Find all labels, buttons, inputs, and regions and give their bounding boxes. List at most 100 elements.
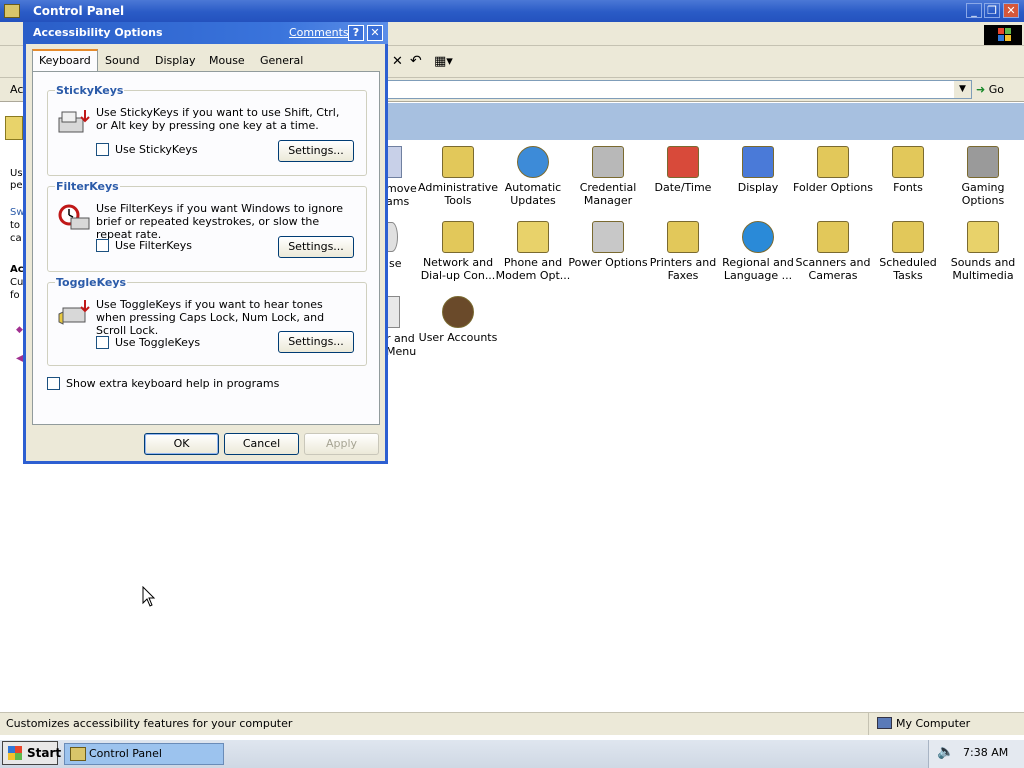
tasks-folder-icon	[892, 221, 924, 253]
use-togglekeys-checkbox[interactable]	[96, 336, 109, 349]
partial-icon[interactable]	[386, 296, 400, 328]
scanner-folder-icon	[817, 221, 849, 253]
use-stickykeys-checkbox[interactable]	[96, 143, 109, 156]
control-panel-item[interactable]: Power Options	[568, 221, 648, 269]
control-panel-item-label: Display	[737, 181, 779, 194]
views-icon[interactable]: ▦▾	[434, 54, 453, 69]
power-plug-icon	[592, 221, 624, 253]
control-panel-item[interactable]: Fonts	[868, 146, 948, 194]
togglekeys-settings-button[interactable]: Settings...	[278, 331, 354, 353]
control-panel-icon	[70, 747, 86, 761]
taskbar-item-control-panel[interactable]: Control Panel	[64, 743, 224, 765]
monitor-icon	[742, 146, 774, 178]
status-text: Customizes accessibility features for yo…	[6, 717, 293, 730]
partial-icon-label: se	[389, 257, 402, 270]
task-text: Us	[10, 168, 23, 179]
tab-display[interactable]: Display	[149, 52, 202, 71]
globe-icon	[742, 221, 774, 253]
comments-link[interactable]: Comments?	[289, 26, 354, 39]
help-button[interactable]: ?	[348, 25, 364, 41]
stickykeys-group	[47, 90, 367, 176]
tab-mouse[interactable]: Mouse	[203, 52, 251, 71]
stickykeys-description: Use StickyKeys if you want to use Shift,…	[96, 106, 340, 132]
control-panel-item[interactable]: Folder Options	[793, 146, 873, 194]
control-panel-item[interactable]: Date/Time	[643, 146, 723, 194]
control-panel-item[interactable]: Phone and Modem Opt...	[493, 221, 573, 282]
windows-logo-icon	[984, 25, 1022, 45]
use-togglekeys-label[interactable]: Use ToggleKeys	[115, 336, 200, 349]
control-panel-item[interactable]: Scheduled Tasks	[868, 221, 948, 282]
tab-sound[interactable]: Sound	[99, 52, 146, 71]
task-text: Cu	[10, 277, 24, 288]
close-button[interactable]: ✕	[1003, 3, 1019, 18]
extra-keyboard-help-label[interactable]: Show extra keyboard help in programs	[66, 377, 279, 390]
tab-general[interactable]: General	[254, 52, 309, 71]
use-stickykeys-label[interactable]: Use StickyKeys	[115, 143, 198, 156]
header-band	[386, 103, 1024, 140]
togglekeys-label: ToggleKeys	[55, 276, 128, 289]
apply-button[interactable]: Apply	[304, 433, 379, 455]
control-panel-item-label: Date/Time	[654, 181, 712, 194]
control-panel-item[interactable]: Network and Dial-up Con...	[418, 221, 498, 282]
fonts-folder-icon	[892, 146, 924, 178]
minimize-button[interactable]: _	[966, 3, 982, 18]
task-heading: Ac	[10, 264, 24, 275]
partial-icon-label: r and	[386, 332, 415, 345]
dialog-title-bar[interactable]: Accessibility Options Comments? ? ✕	[23, 22, 388, 44]
control-panel-item[interactable]: Regional and Language ...	[718, 221, 798, 282]
clock[interactable]: 7:38 AM	[963, 746, 1008, 759]
restore-button[interactable]: ❐	[984, 3, 1000, 18]
go-button[interactable]: ➜ Go	[976, 80, 1022, 99]
control-panel-item-label: Automatic Updates	[504, 181, 562, 207]
filterkeys-label: FilterKeys	[55, 180, 120, 193]
go-label: Go	[988, 83, 1004, 96]
filterkeys-icon	[58, 204, 90, 230]
control-panel-item[interactable]: Automatic Updates	[493, 146, 573, 207]
control-panel-item[interactable]: Printers and Faxes	[643, 221, 723, 282]
control-panel-item-label: Phone and Modem Opt...	[495, 256, 571, 282]
control-panel-item[interactable]: Sounds and Multimedia	[943, 221, 1023, 282]
partial-icon[interactable]	[386, 146, 402, 178]
address-input[interactable]	[386, 80, 972, 99]
stickykeys-settings-button[interactable]: Settings...	[278, 140, 354, 162]
user-icon	[442, 296, 474, 328]
control-panel-item-label: Printers and Faxes	[649, 256, 717, 282]
keys-icon	[592, 146, 624, 178]
go-arrow-icon: ➜	[976, 83, 986, 96]
network-icon	[442, 221, 474, 253]
filterkeys-settings-button[interactable]: Settings...	[278, 236, 354, 258]
control-panel-item[interactable]: Gaming Options	[943, 146, 1023, 207]
taskbar-item-label: Control Panel	[89, 747, 162, 760]
start-label: Start	[27, 746, 62, 760]
calendar-clock-icon	[667, 146, 699, 178]
ok-button[interactable]: OK	[144, 433, 219, 455]
main-title-bar[interactable]: Control Panel _ ❐ ✕	[0, 0, 1024, 22]
link-icon[interactable]: ◆	[16, 325, 23, 335]
use-filterkeys-label[interactable]: Use FilterKeys	[115, 239, 192, 252]
extra-keyboard-help-checkbox[interactable]	[47, 377, 60, 390]
control-panel-item[interactable]: Credential Manager	[568, 146, 648, 207]
folder-options-icon	[817, 146, 849, 178]
control-panel-item[interactable]: Scanners and Cameras	[793, 221, 873, 282]
dialog-close-button[interactable]: ✕	[367, 25, 383, 41]
cancel-button[interactable]: Cancel	[224, 433, 299, 455]
computer-icon	[877, 717, 892, 729]
control-panel-icon	[4, 4, 20, 18]
start-button[interactable]: Start	[2, 741, 62, 765]
control-panel-item[interactable]: Administrative Tools	[418, 146, 498, 207]
partial-icon-label: Menu	[386, 345, 417, 358]
control-panel-item-label: Gaming Options	[961, 181, 1005, 207]
address-dropdown-button[interactable]: ▼	[954, 81, 971, 98]
delete-icon[interactable]: ✕	[392, 54, 403, 69]
control-panel-item-label: Administrative Tools	[418, 181, 499, 207]
tab-keyboard[interactable]: Keyboard	[32, 49, 98, 72]
zone-text: My Computer	[896, 717, 971, 730]
control-panel-item-label: Folder Options	[793, 181, 873, 194]
control-panel-item[interactable]: User Accounts	[418, 296, 498, 344]
control-panel-item-label: Network and Dial-up Con...	[420, 256, 496, 282]
undo-icon[interactable]: ↶	[410, 53, 422, 69]
use-filterkeys-checkbox[interactable]	[96, 239, 109, 252]
system-tray: 🔈 7:38 AM	[928, 740, 1024, 768]
control-panel-item[interactable]: Display	[718, 146, 798, 194]
volume-icon[interactable]: 🔈	[937, 744, 954, 760]
